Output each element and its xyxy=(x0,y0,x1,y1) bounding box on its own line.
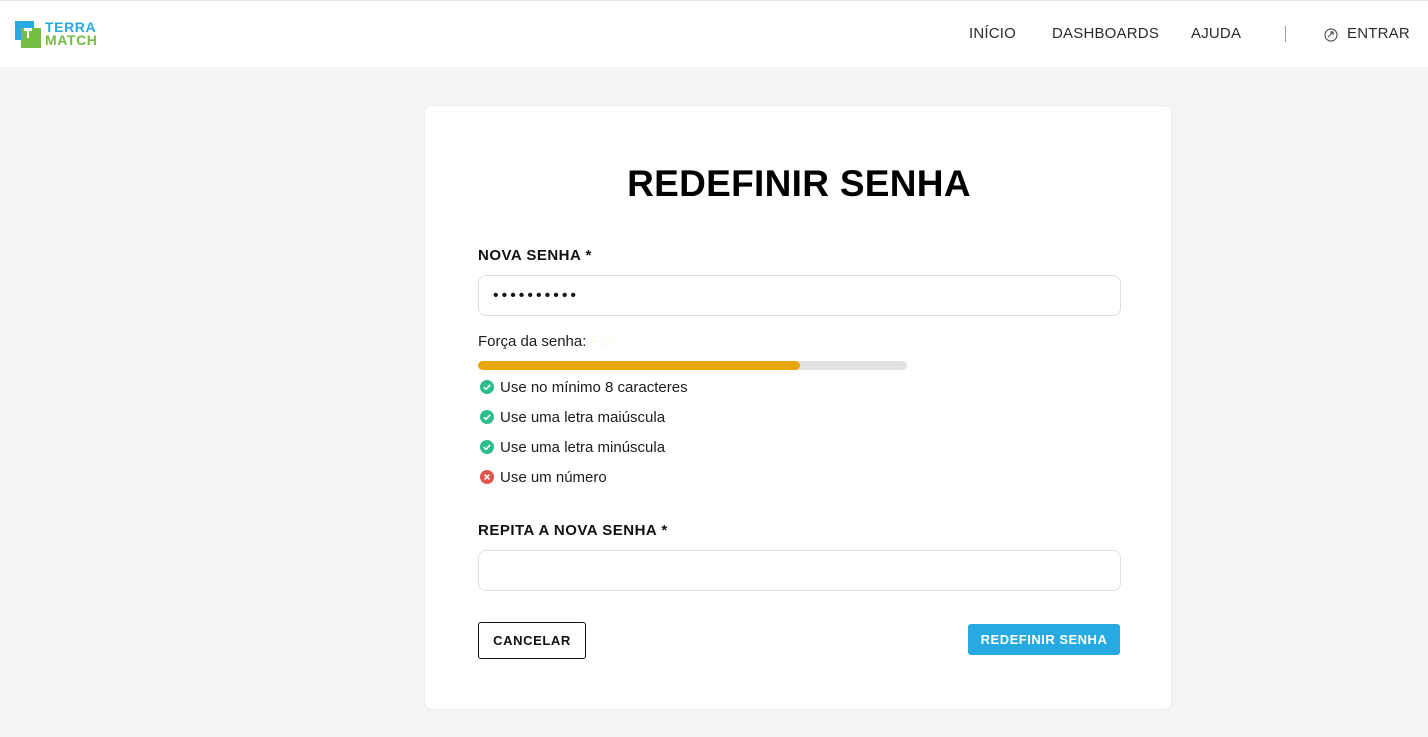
new-password-label: NOVA SENHA * xyxy=(478,247,592,264)
check-circle-icon xyxy=(480,380,494,394)
requirement-text: Use no mínimo 8 caracteres xyxy=(500,379,688,396)
repeat-password-input[interactable] xyxy=(478,550,1121,591)
requirement-text: Use um número xyxy=(500,469,607,486)
nav-inicio[interactable]: INÍCIO xyxy=(969,25,1016,42)
x-circle-icon xyxy=(480,470,494,484)
password-strength-fill xyxy=(478,361,800,370)
requirement-text: Use uma letra maiúscula xyxy=(500,409,666,426)
repeat-password-label: REPITA A NOVA SENHA * xyxy=(478,522,668,539)
reset-password-card: REDEFINIR SENHA NOVA SENHA * Força da se… xyxy=(424,105,1172,710)
check-circle-icon xyxy=(480,440,494,454)
new-password-input[interactable] xyxy=(478,275,1121,316)
page-title: REDEFINIR SENHA xyxy=(627,163,971,204)
password-strength-caption: Força da senha: xyxy=(478,333,587,350)
nav-ajuda[interactable]: AJUDA xyxy=(1191,25,1241,42)
login-arrow-icon[interactable] xyxy=(1324,28,1338,42)
tree-icon xyxy=(24,28,32,38)
check-circle-icon xyxy=(480,410,494,424)
terramatch-logo[interactable]: TERRA MATCH xyxy=(15,20,119,51)
nav-entrar[interactable]: ENTRAR xyxy=(1347,25,1410,42)
nav-dashboards[interactable]: DASHBOARDS xyxy=(1052,25,1159,42)
cancel-button[interactable]: CANCELAR xyxy=(478,622,586,659)
top-navbar: TERRA MATCH INÍCIO DASHBOARDS AJUDA ENTR… xyxy=(0,0,1428,67)
logo-mark-icon xyxy=(15,21,41,48)
reset-password-button[interactable]: REDEFINIR SENHA xyxy=(968,624,1120,655)
requirement-text: Use uma letra minúscula xyxy=(500,439,666,456)
password-strength-bar xyxy=(478,361,907,370)
logo-text-line2: MATCH xyxy=(45,32,98,48)
password-strength-label: Força da senha: Fair xyxy=(478,333,616,350)
password-strength-value: Fair xyxy=(590,333,617,350)
logo-text: TERRA MATCH xyxy=(45,20,98,48)
nav-divider xyxy=(1285,26,1286,42)
